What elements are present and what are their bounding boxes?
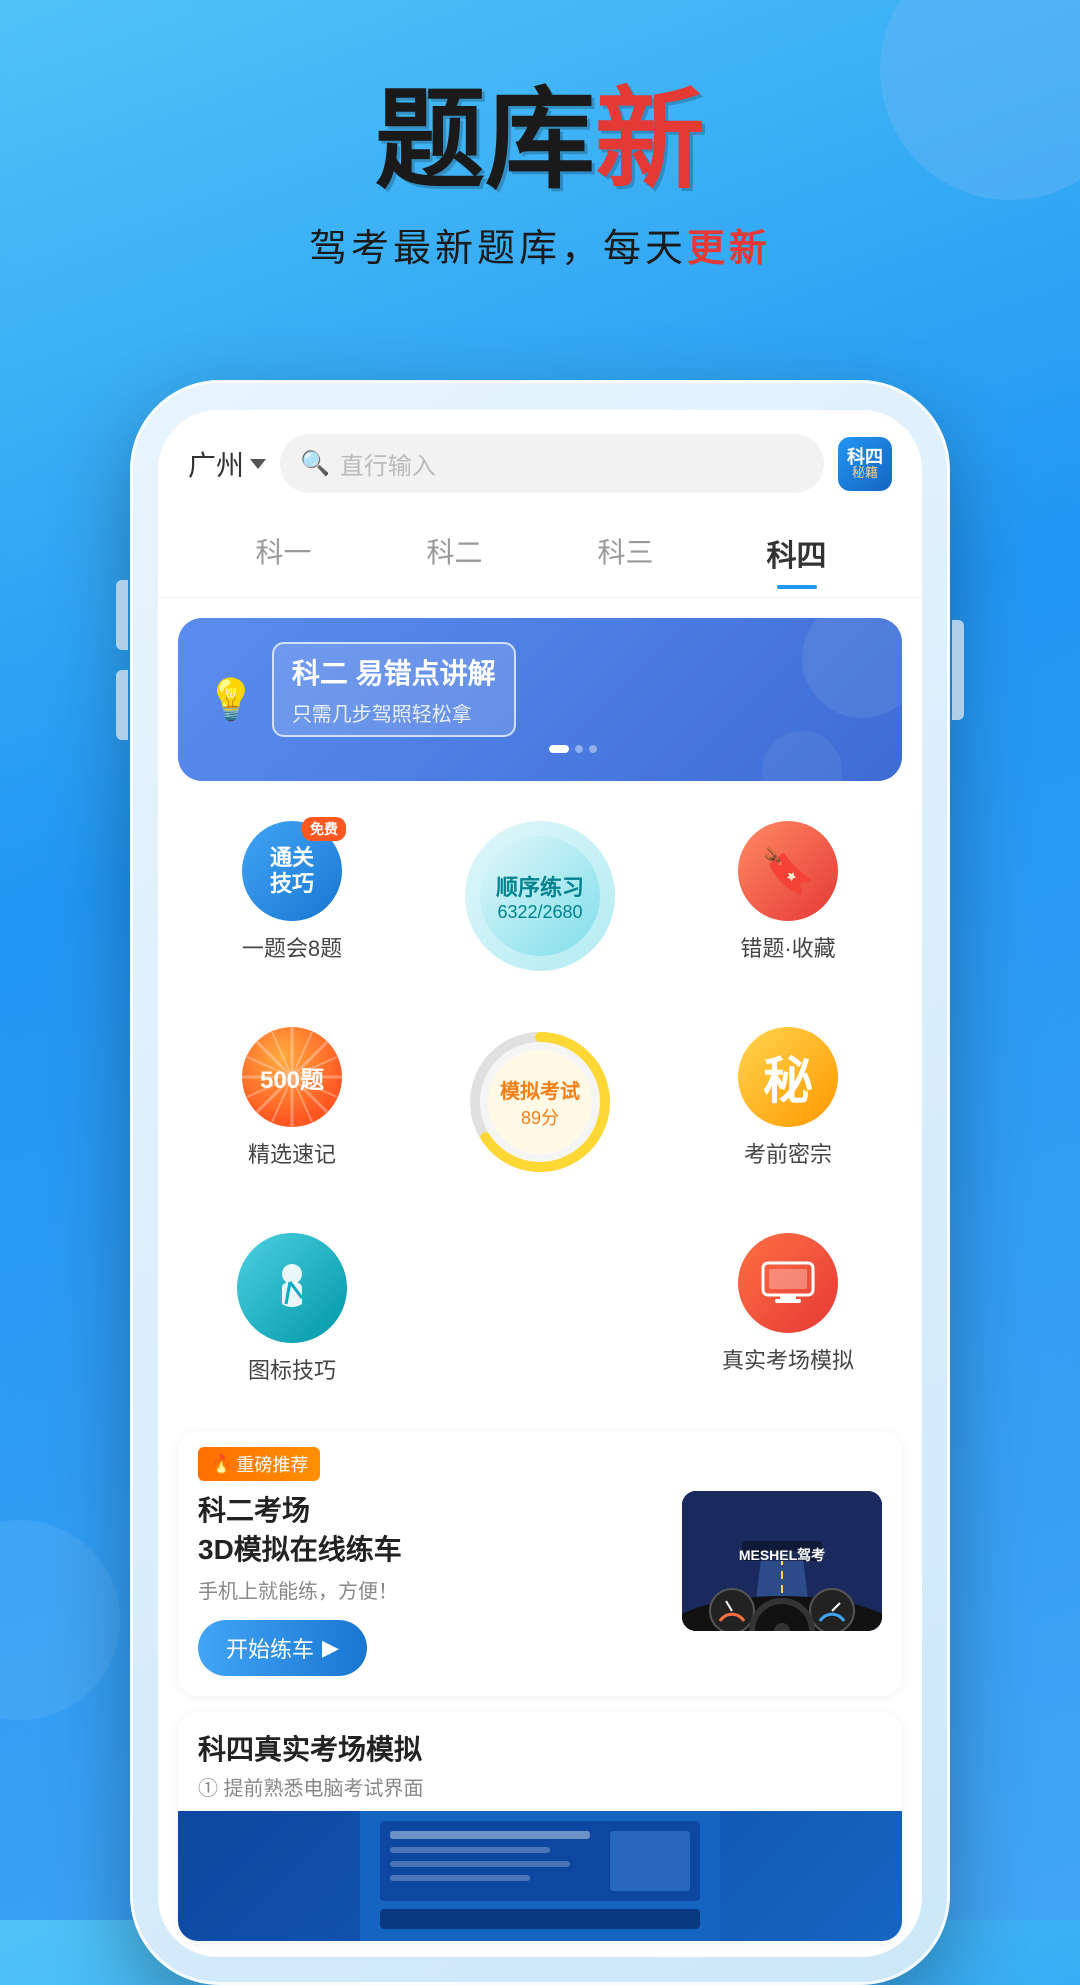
phone-side-btn-2 — [116, 670, 128, 740]
promo-desc: 手机上就能练，方便！ — [198, 1575, 666, 1604]
feature-grid-row1: 通关 技巧 免费 一题会8题 顺序练习 6322/2680 — [158, 795, 922, 1001]
zhenshimoni-icon — [738, 1233, 838, 1333]
subtitle-text: 驾考最新题库，每天 — [309, 228, 687, 270]
grid-item-empty — [416, 1217, 664, 1405]
grid-item-tubiao[interactable]: 图标技巧 — [168, 1217, 416, 1405]
grid-item-shunxu[interactable]: 顺序练习 6322/2680 — [416, 805, 664, 991]
banner-dot-3 — [589, 745, 597, 753]
kaomian-icon: 秘 — [738, 1027, 838, 1127]
seatbelt-svg — [264, 1260, 320, 1316]
feature-card-subtitle: ① 提前熟悉电脑考试界面 — [178, 1772, 902, 1811]
promo-card[interactable]: 🔥 重磅推荐 科二考场3D模拟在线练车 手机上就能练，方便！ 开始练车 ▶ — [178, 1431, 902, 1696]
practice-count: 6322/2680 — [497, 902, 582, 923]
feature-card-image — [178, 1811, 902, 1941]
monitor-svg — [761, 1261, 815, 1305]
grid-item-jingxuan[interactable]: 500题 精选速记 — [168, 1011, 416, 1197]
practice-title: 顺序练习 — [496, 870, 584, 902]
title-black-text: 题库 — [375, 80, 595, 201]
promo-badge: 🔥 重磅推荐 — [198, 1447, 320, 1481]
banner-dot-2 — [575, 745, 583, 753]
tongguanjiqiao-icon-wrapper: 通关 技巧 免费 — [242, 821, 342, 921]
banner-dot-1 — [549, 745, 569, 753]
tongguanjiqiao-label: 一题会8题 — [242, 931, 342, 963]
location-button[interactable]: 广州 — [188, 444, 266, 484]
search-placeholder-text: 直行输入 — [340, 446, 436, 481]
jingxuan-icon-wrapper: 500题 — [242, 1027, 342, 1127]
cuoti-label: 错题·收藏 — [740, 931, 835, 963]
tab-ke3-label: 科三 — [597, 537, 653, 568]
search-icon: 🔍 — [300, 449, 330, 478]
free-badge: 免费 — [302, 817, 346, 841]
phone-side-btn-right — [952, 620, 964, 720]
top-bar: 广州 🔍 直行输入 科四 秘籍 — [158, 410, 922, 509]
tab-ke2-label: 科二 — [426, 537, 482, 568]
promo-badge-text: 重磅推荐 — [236, 1451, 308, 1477]
bg-circle-bottom-left — [0, 1520, 120, 1720]
tab-ke2[interactable]: 科二 — [369, 519, 540, 587]
start-practice-arrow: ▶ — [322, 1635, 339, 1661]
practice-circle: 顺序练习 6322/2680 — [465, 821, 615, 971]
tubiao-label: 图标技巧 — [248, 1353, 336, 1385]
grid-item-cuoti[interactable]: 🔖 错题·收藏 — [664, 805, 912, 991]
ke4-badge-label: 科四 — [847, 448, 883, 466]
banner-subtitle: 只需几步驾照轻松拿 — [292, 698, 496, 727]
banner-light-icon: 💡 — [206, 676, 256, 723]
banner-title: 科二 易错点讲解 — [292, 652, 496, 692]
tab-ke4-label: 科四 — [767, 540, 827, 573]
promo-banner[interactable]: 💡 科二 易错点讲解 只需几步驾照轻松拿 — [178, 618, 902, 781]
title-red-text: 新 — [595, 80, 705, 201]
exam-screen-svg — [360, 1811, 720, 1941]
header-area: 题库 新 驾考最新题库，每天更新 — [0, 0, 1080, 312]
phone-side-btn-1 — [116, 580, 128, 650]
promo-text-area: 科二考场3D模拟在线练车 手机上就能练，方便！ 开始练车 ▶ — [198, 1491, 682, 1676]
exam-circle-content: 模拟考试 89分 — [465, 1027, 615, 1177]
phone-frame: 广州 🔍 直行输入 科四 秘籍 科一 科二 — [130, 380, 950, 1985]
location-text: 广州 — [188, 444, 244, 484]
kaomian-label: 考前密宗 — [744, 1137, 832, 1169]
search-bar[interactable]: 🔍 直行输入 — [280, 434, 824, 493]
promo-badge-fire: 🔥 — [210, 1454, 232, 1475]
tongguanjiqiao-icon-text: 通关 技巧 — [270, 845, 314, 898]
tab-ke3[interactable]: 科三 — [540, 519, 711, 587]
exam-circle-wrapper: 模拟考试 89分 — [465, 1027, 615, 1177]
location-dropdown-arrow — [250, 459, 266, 469]
promo-title: 科二考场3D模拟在线练车 — [198, 1491, 666, 1569]
practice-circle-inner: 顺序练习 6322/2680 — [480, 836, 600, 956]
grid-item-moni[interactable]: 模拟考试 89分 — [416, 1011, 664, 1197]
promo-card-header: 🔥 重磅推荐 — [178, 1431, 902, 1491]
tab-ke1[interactable]: 科一 — [198, 519, 369, 587]
zhenshimoni-label: 真实考场模拟 — [722, 1343, 854, 1375]
tab-bar: 科一 科二 科三 科四 — [158, 509, 922, 598]
feature-card-title: 科四真实考场模拟 — [178, 1712, 902, 1772]
start-practice-label: 开始练车 — [226, 1632, 314, 1664]
jingxuan-icon: 500题 — [242, 1027, 342, 1127]
feature-grid-row3: 图标技巧 真实考场模拟 — [158, 1207, 922, 1415]
cuoti-icon: 🔖 — [738, 821, 838, 921]
exam-title-text: 模拟考试 — [500, 1075, 580, 1104]
grid-item-kaomian[interactable]: 秘 考前密宗 — [664, 1011, 912, 1197]
exam-score-text: 89分 — [521, 1104, 559, 1130]
ke4-badge-sublabel: 秘籍 — [852, 466, 878, 479]
jingxuan-label: 精选速记 — [248, 1137, 336, 1169]
subtitle-highlight: 更新 — [687, 228, 771, 270]
phone-mockup: 广州 🔍 直行输入 科四 秘籍 科一 科二 — [130, 380, 950, 1985]
tab-ke1-label: 科一 — [255, 537, 311, 568]
tab-ke4[interactable]: 科四 — [711, 519, 882, 587]
grid-item-tongguanjiqiao[interactable]: 通关 技巧 免费 一题会8题 — [168, 805, 416, 991]
ke4-badge[interactable]: 科四 秘籍 — [838, 437, 892, 491]
header-title: 题库 新 — [0, 80, 1080, 201]
header-subtitle: 驾考最新题库，每天更新 — [0, 217, 1080, 272]
grid-item-zhenshimoni[interactable]: 真实考场模拟 — [664, 1217, 912, 1405]
start-practice-button[interactable]: 开始练车 ▶ — [198, 1620, 367, 1676]
phone-screen: 广州 🔍 直行输入 科四 秘籍 科一 科二 — [158, 410, 922, 1957]
feature-grid-row2: 500题 精选速记 模拟考试 — [158, 1001, 922, 1207]
promo-image: MESHEL驾考 — [682, 1491, 882, 1631]
kaomian-icon-text: 秘 — [763, 1041, 813, 1113]
promo-card-body: 科二考场3D模拟在线练车 手机上就能练，方便！ 开始练车 ▶ — [178, 1491, 902, 1696]
feature-card-ke4[interactable]: 科四真实考场模拟 ① 提前熟悉电脑考试界面 — [178, 1712, 902, 1941]
tubiao-icon — [237, 1233, 347, 1343]
jingxuan-500-text: 500题 — [260, 1060, 324, 1095]
promo-brand-text: MESHEL驾考 — [739, 1545, 825, 1565]
cuoti-bookmark-icon: 🔖 — [761, 845, 816, 897]
